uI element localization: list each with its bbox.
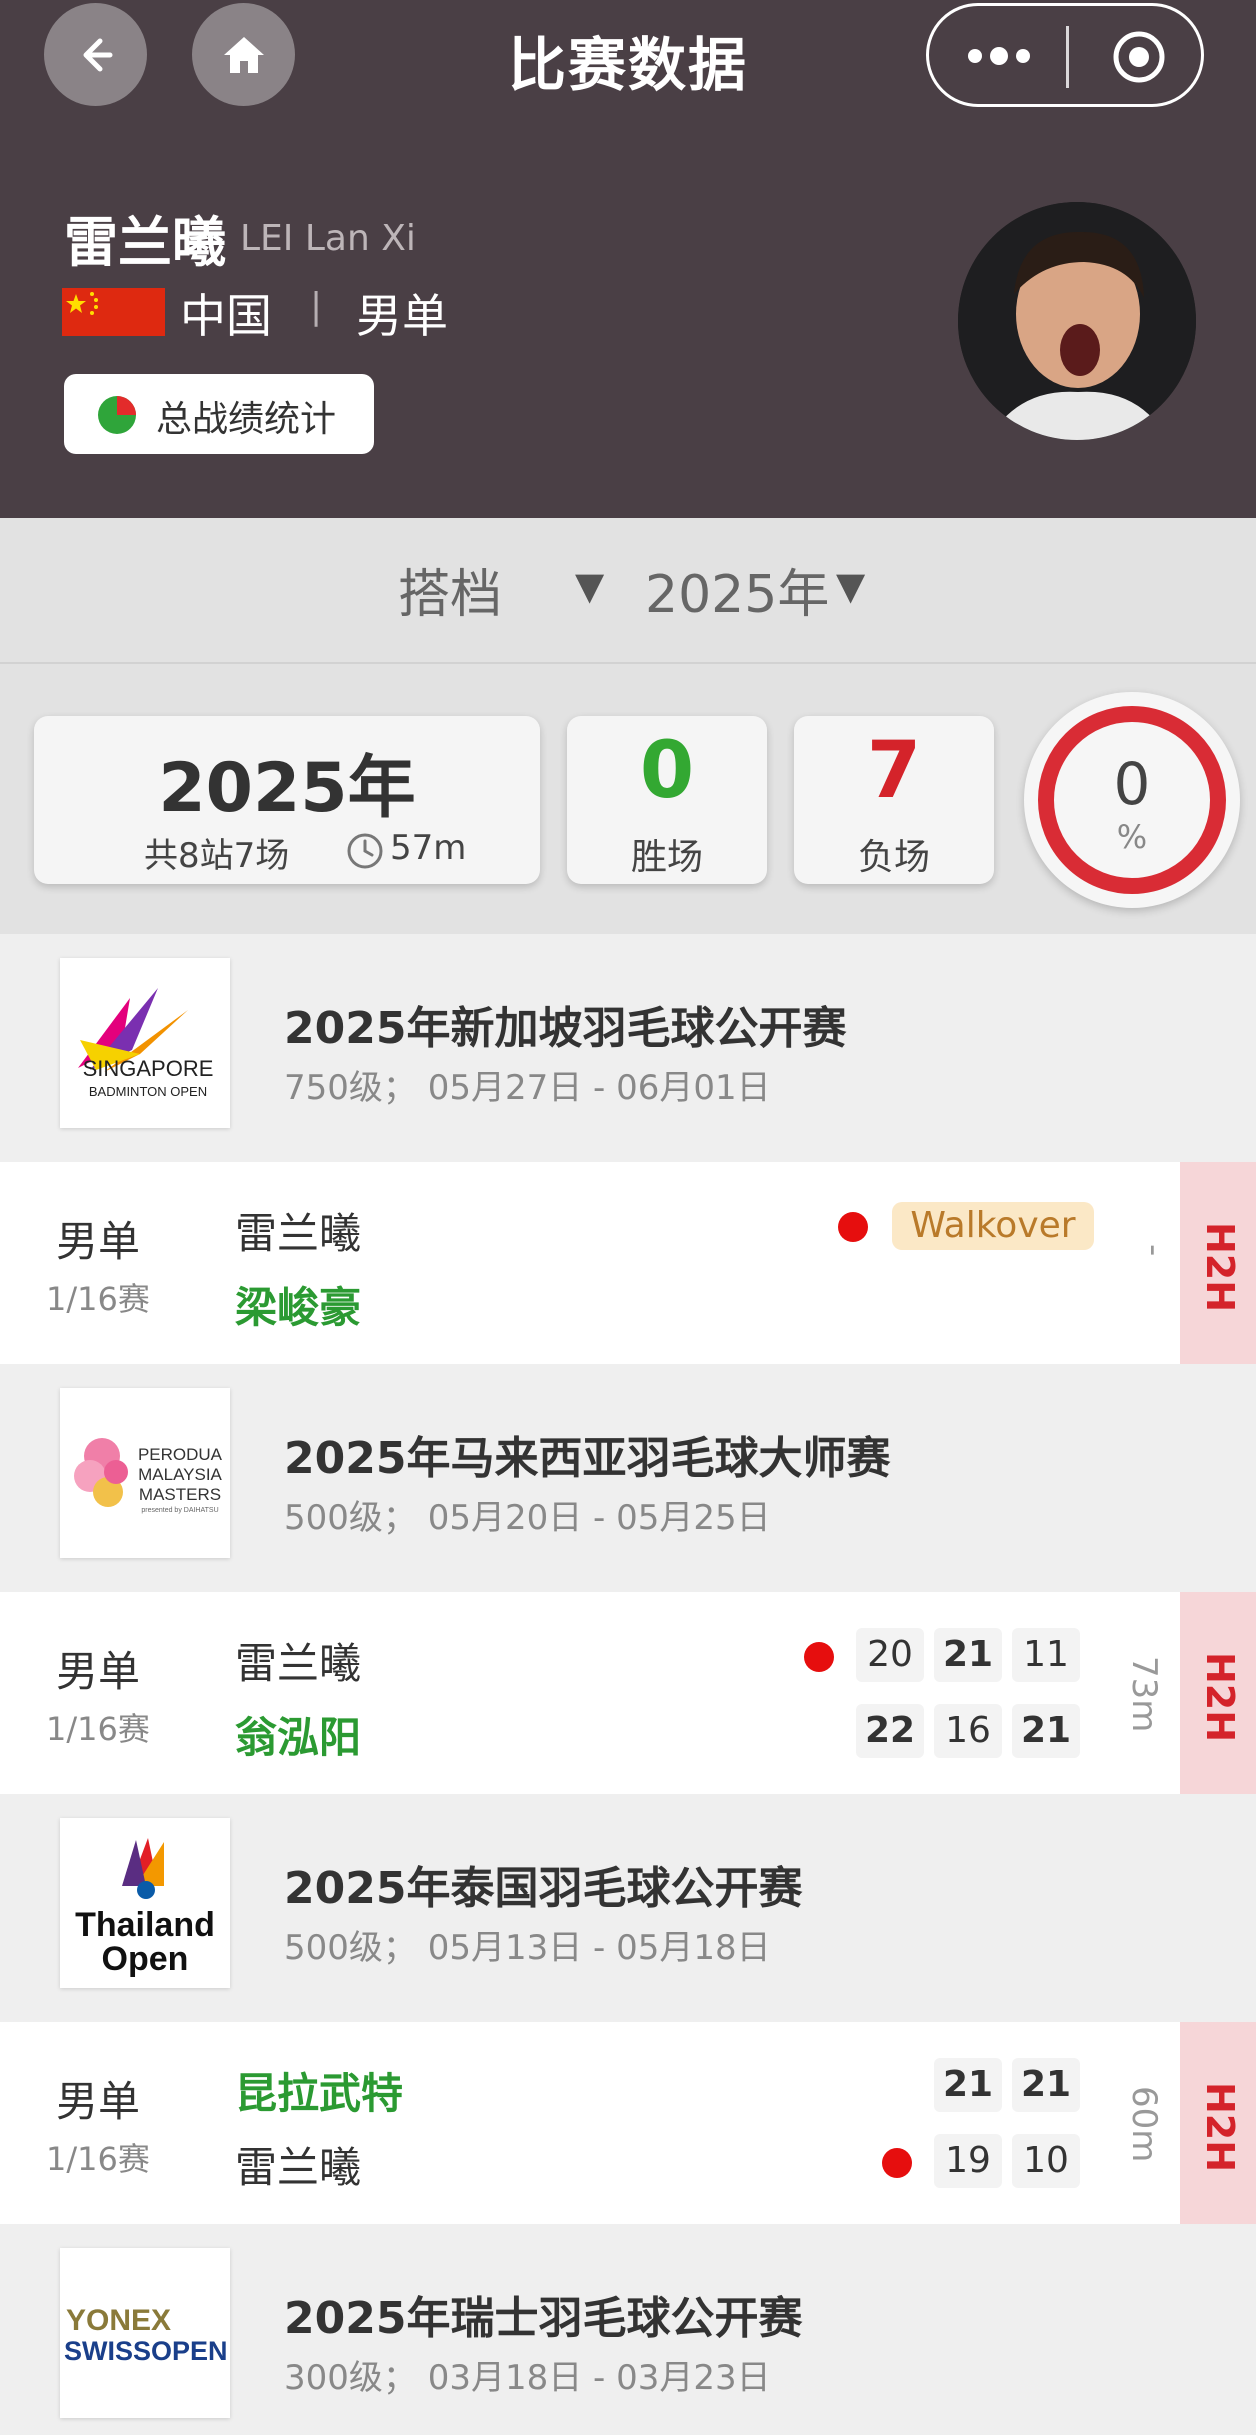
svg-text:YONEX: YONEX	[66, 2304, 171, 2337]
clock-icon	[347, 833, 383, 869]
match-round: 1/16赛	[46, 2140, 150, 2178]
svg-text:MALAYSIA: MALAYSIA	[138, 1465, 222, 1484]
wins-label: 胜场	[630, 837, 703, 878]
match-type: 男单	[56, 2077, 141, 2126]
tournament-meta: 750级； 05月27日 - 06月01日	[284, 1068, 771, 1108]
player-top: 雷兰曦	[235, 1639, 362, 1688]
tournament-name: 2025年泰国羽毛球公开赛	[284, 1863, 803, 1914]
player-name-en: LEI Lan Xi	[240, 218, 416, 259]
win-rate-ring: 0 %	[1024, 692, 1240, 908]
h2h-label: H2H	[1198, 1652, 1242, 1743]
svg-text:Open: Open	[102, 1940, 189, 1978]
losses-card: 7 负场	[794, 716, 994, 884]
player-top: 雷兰曦	[235, 1209, 362, 1258]
tournament-meta: 300级； 03月18日 - 03月23日	[284, 2358, 771, 2398]
tournament-row[interactable]: YONEX SWISSOPEN 2025年瑞士羽毛球公开赛 300级； 03月1…	[0, 2224, 1256, 2435]
year-dropdown-icon[interactable]: ▼	[836, 564, 865, 608]
wins-count: 0	[639, 726, 695, 816]
separator: |	[310, 286, 323, 327]
h2h-button[interactable]: H2H	[1180, 1592, 1256, 1794]
partner-dropdown-icon[interactable]: ▼	[575, 564, 604, 608]
tournament-meta: 500级； 05月20日 - 05月25日	[284, 1498, 771, 1538]
score-bottom-game1: 22	[856, 1704, 924, 1758]
win-rate-value: 0	[1113, 750, 1151, 818]
match-type: 男单	[56, 1217, 141, 1266]
player-bottom: 雷兰曦	[235, 2143, 362, 2192]
score-bottom-game2: 16	[934, 1704, 1002, 1758]
score-top-game3: 11	[1012, 1628, 1080, 1682]
tournament-name: 2025年瑞士羽毛球公开赛	[284, 2293, 803, 2344]
svg-text:Thailand: Thailand	[75, 1906, 215, 1944]
match-type: 男单	[56, 1647, 141, 1696]
summary-duration: 57m	[390, 828, 467, 868]
match-row[interactable]: 男单 1/16赛 雷兰曦 翁泓阳 20 21 11 22 16 21 73m H…	[0, 1592, 1256, 1794]
tournament-row[interactable]: SINGAPORE BADMINTON OPEN 2025年新加坡羽毛球公开赛 …	[0, 934, 1256, 1162]
summary-subtitle: 共8站7场	[144, 836, 290, 876]
swiss-open-logo: YONEX SWISSOPEN	[60, 2248, 230, 2418]
year-summary-card: 2025年 共8站7场 57m	[34, 716, 540, 884]
match-duration: 73m	[1124, 1656, 1164, 1733]
total-stats-label: 总战绩统计	[156, 399, 337, 440]
serve-indicator-icon	[804, 1642, 834, 1672]
pie-chart-icon	[98, 396, 136, 434]
player-country: 中国	[180, 289, 272, 343]
score-top-game2: 21	[934, 1628, 1002, 1682]
serve-indicator-icon	[882, 2148, 912, 2178]
h2h-label: H2H	[1198, 1222, 1242, 1313]
svg-text:presented by DAIHATSU: presented by DAIHATSU	[141, 1507, 218, 1514]
svg-text:SWISSOPEN: SWISSOPEN	[64, 2336, 228, 2366]
player-bottom: 翁泓阳	[235, 1713, 362, 1762]
singapore-open-logo: SINGAPORE BADMINTON OPEN	[60, 958, 230, 1128]
match-duration: 60m	[1124, 2086, 1164, 2163]
match-row[interactable]: 男单 1/16赛 昆拉武特 雷兰曦 21 21 19 10 60m H2H	[0, 2022, 1256, 2224]
tournament-meta: 500级； 05月13日 - 05月18日	[284, 1928, 771, 1968]
tournament-row[interactable]: PERODUA MALAYSIA MASTERS presented by DA…	[0, 1364, 1256, 1592]
h2h-button[interactable]: H2H	[1180, 2022, 1256, 2224]
match-row[interactable]: 男单 1/16赛 雷兰曦 梁峻豪 Walkover - H2H	[0, 1162, 1256, 1364]
tournament-name: 2025年马来西亚羽毛球大师赛	[284, 1433, 891, 1484]
player-bottom: 梁峻豪	[235, 1283, 362, 1332]
walkover-badge: Walkover	[892, 1202, 1094, 1250]
thailand-open-logo: Thailand Open	[60, 1818, 230, 1988]
summary-section: 2025年 共8站7场 57m 0 胜场 7 负场 0 %	[0, 664, 1256, 934]
svg-text:PERODUA: PERODUA	[138, 1445, 223, 1464]
losses-count: 7	[866, 726, 922, 816]
tournament-row[interactable]: Thailand Open 2025年泰国羽毛球公开赛 500级； 05月13日…	[0, 1794, 1256, 2022]
filter-bar: 搭档 ▼ 2025年 ▼	[0, 518, 1256, 664]
more-icon[interactable]	[965, 36, 1045, 76]
close-miniprogram-icon[interactable]	[1110, 28, 1168, 86]
partner-filter[interactable]: 搭档	[398, 552, 502, 627]
wins-card: 0 胜场	[567, 716, 767, 884]
h2h-label: H2H	[1198, 2082, 1242, 2173]
score-top-game1: 20	[856, 1628, 924, 1682]
serve-indicator-icon	[838, 1212, 868, 1242]
capsule-divider	[1066, 26, 1069, 88]
malaysia-masters-logo: PERODUA MALAYSIA MASTERS presented by DA…	[60, 1388, 230, 1558]
player-name-cn: 雷兰曦	[64, 211, 226, 274]
player-avatar	[958, 202, 1196, 440]
player-event: 男单	[356, 289, 448, 343]
svg-text:SINGAPORE: SINGAPORE	[83, 1056, 214, 1081]
tournament-name: 2025年新加坡羽毛球公开赛	[284, 1003, 847, 1054]
svg-text:BADMINTON OPEN: BADMINTON OPEN	[89, 1084, 207, 1099]
year-filter[interactable]: 2025年	[645, 552, 829, 627]
score-bottom-game2: 10	[1012, 2134, 1080, 2188]
svg-text:MASTERS: MASTERS	[139, 1485, 221, 1504]
player-top: 昆拉武特	[235, 2069, 404, 2118]
score-top-game2: 21	[1012, 2058, 1080, 2112]
win-rate-unit: %	[1116, 818, 1148, 856]
score-top-game1: 21	[934, 2058, 1002, 2112]
player-header: 比赛数据 雷兰曦 LEI Lan Xi 中国 | 男单 总战绩统计	[0, 0, 1256, 518]
total-stats-button[interactable]: 总战绩统计	[64, 374, 374, 454]
china-flag-icon	[62, 288, 165, 336]
summary-year: 2025年	[158, 749, 416, 828]
h2h-button[interactable]: H2H	[1180, 1162, 1256, 1364]
match-round: 1/16赛	[46, 1710, 150, 1748]
miniprogram-capsule	[926, 3, 1204, 107]
score-bottom-game1: 19	[934, 2134, 1002, 2188]
score-bottom-game3: 21	[1012, 1704, 1080, 1758]
match-duration: -	[1134, 1244, 1174, 1257]
match-round: 1/16赛	[46, 1280, 150, 1318]
losses-label: 负场	[857, 837, 930, 878]
